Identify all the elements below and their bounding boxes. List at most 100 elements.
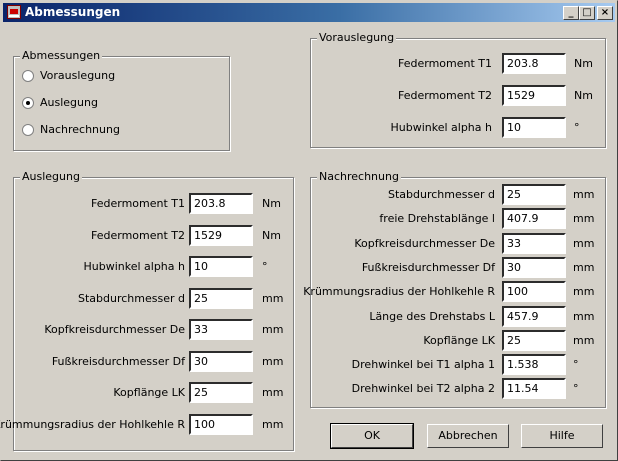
- radio-label[interactable]: Vorauslegung: [40, 69, 115, 82]
- value-input[interactable]: 11.54: [502, 378, 566, 400]
- input-federmoment-t2[interactable]: 1529: [502, 85, 566, 106]
- unit-label: mm: [573, 333, 595, 347]
- value-input[interactable]: 407.9: [502, 208, 566, 230]
- window-title: Abmessungen: [25, 5, 121, 19]
- mode-group-legend: Abmessungen: [20, 49, 103, 62]
- auslegung-legend: Auslegung: [20, 170, 82, 183]
- unit-label: mm: [573, 285, 595, 299]
- unit-label: °: [262, 260, 268, 273]
- ok-button[interactable]: OK: [330, 423, 414, 449]
- value-input[interactable]: 25: [189, 382, 253, 403]
- field-label: Stabdurchmesser d: [78, 291, 185, 305]
- form-row: Drehwinkel bei T2 alpha 2 11.54 °: [311, 378, 605, 400]
- unit-label: Nm: [262, 228, 281, 242]
- unit-label: mm: [573, 260, 595, 274]
- value-input[interactable]: 1529: [189, 224, 253, 246]
- nachrechnung-legend: Nachrechnung: [317, 170, 401, 183]
- maximize-button[interactable]: □: [579, 6, 595, 20]
- dialog-window: Abmessungen _ □ × Abmessungen Vorauslegu…: [0, 0, 618, 461]
- value-input[interactable]: 1.538: [502, 354, 566, 376]
- field-label: Krümmungsradius der Hohlkehle R: [303, 285, 495, 299]
- form-row: Krümmungsradius der Hohlkehle R 100 mm: [303, 281, 605, 303]
- field-label: Drehwinkel bei T1 alpha 1: [351, 358, 495, 372]
- value-input[interactable]: 10: [189, 256, 253, 277]
- value-input[interactable]: 33: [502, 232, 566, 254]
- form-row: Stabdurchmesser d 25 mm: [311, 184, 605, 205]
- unit-label: mm: [573, 188, 595, 201]
- field-label: Drehwinkel bei T2 alpha 2: [351, 382, 495, 396]
- form-row: Fußkreisdurchmesser Df 30 mm: [311, 256, 605, 278]
- form-row: Hubwinkel alpha h 10 °: [311, 117, 605, 138]
- radio-auslegung[interactable]: Auslegung: [22, 96, 98, 109]
- unit-label: mm: [573, 236, 595, 250]
- nachrechnung-group: Nachrechnung Stabdurchmesser d 25 mm freie …: [303, 170, 606, 408]
- value-input[interactable]: 30: [189, 350, 253, 372]
- value-input[interactable]: 25: [189, 287, 253, 309]
- vorauslegung-legend: Vorauslegung: [317, 31, 397, 44]
- field-label: Hubwinkel alpha h: [390, 121, 492, 134]
- minimize-button[interactable]: _: [563, 6, 579, 20]
- form-row: Krümmungsradius der Hohlkehle R 100 mm: [0, 413, 293, 435]
- unit-label: Nm: [574, 89, 593, 102]
- field-label: Fußkreisdurchmesser Df: [361, 260, 495, 274]
- radio-button-icon[interactable]: [22, 123, 34, 136]
- help-button[interactable]: Hilfe: [521, 424, 603, 448]
- field-label: Kopfkreisdurchmesser De: [354, 236, 495, 250]
- field-label: Hubwinkel alpha h: [83, 260, 185, 273]
- form-row: Federmoment T2 1529 Nm: [311, 85, 605, 106]
- mode-group: Abmessungen Vorauslegung Auslegung Nachr…: [13, 49, 230, 151]
- radio-nachrechnung[interactable]: Nachrechnung: [22, 123, 120, 136]
- close-button[interactable]: ×: [597, 6, 613, 20]
- unit-label: mm: [262, 354, 284, 368]
- unit-label: mm: [262, 291, 284, 305]
- radio-vorauslegung[interactable]: Vorauslegung: [22, 69, 115, 82]
- unit-label: mm: [573, 309, 595, 323]
- radio-label[interactable]: Nachrechnung: [40, 123, 120, 136]
- field-label: Federmoment T2: [91, 228, 185, 242]
- unit-label: °: [573, 358, 579, 372]
- form-row: Kopfkreisdurchmesser De 33 mm: [14, 319, 293, 340]
- value-input[interactable]: 25: [502, 329, 566, 351]
- auslegung-group: Auslegung Federmoment T1 203.8 Nm Federmome…: [0, 170, 294, 451]
- value-input[interactable]: 203.8: [189, 193, 253, 214]
- value-input[interactable]: 100: [502, 281, 566, 303]
- radio-button-selected-icon[interactable]: [22, 96, 34, 109]
- form-row: Kopfkreisdurchmesser De 33 mm: [311, 232, 605, 254]
- cancel-button[interactable]: Abbrechen: [427, 424, 509, 448]
- value-input[interactable]: 100: [189, 413, 253, 435]
- field-label: Federmoment T1: [398, 57, 492, 70]
- value-input[interactable]: 30: [502, 256, 566, 278]
- unit-label: mm: [262, 323, 284, 336]
- field-label: Krümmungsradius der Hohlkehle R: [0, 417, 185, 431]
- input-hubwinkel[interactable]: 10: [502, 117, 566, 138]
- field-label: freie Drehstablänge l: [379, 212, 495, 226]
- field-label: Stabdurchmesser d: [388, 188, 495, 201]
- form-row: freie Drehstablänge l 407.9 mm: [311, 208, 605, 230]
- value-input[interactable]: 457.9: [502, 305, 566, 327]
- field-label: Länge des Drehstabs L: [369, 309, 495, 323]
- radio-button-icon[interactable]: [22, 69, 34, 82]
- vorauslegung-group: Vorauslegung Federmoment T1 203.8 Nm Fed…: [310, 31, 606, 148]
- form-row: Hubwinkel alpha h 10 °: [14, 256, 293, 277]
- unit-label: °: [573, 382, 579, 396]
- form-row: Stabdurchmesser d 25 mm: [14, 287, 293, 309]
- form-row: Fußkreisdurchmesser Df 30 mm: [14, 350, 293, 372]
- title-bar[interactable]: Abmessungen _ □ ×: [3, 3, 615, 22]
- form-row: Federmoment T1 203.8 Nm: [311, 53, 605, 74]
- input-federmoment-t1[interactable]: 203.8: [502, 53, 566, 74]
- radio-label[interactable]: Auslegung: [40, 96, 98, 109]
- field-label: Kopflänge LK: [423, 333, 495, 347]
- field-label: Federmoment T1: [91, 197, 185, 210]
- unit-label: mm: [262, 417, 284, 431]
- unit-label: mm: [573, 212, 595, 226]
- form-row: Drehwinkel bei T1 alpha 1 1.538 °: [311, 354, 605, 376]
- form-row: Kopflänge LK 25 mm: [14, 382, 293, 403]
- value-input[interactable]: 33: [189, 319, 253, 340]
- field-label: Federmoment T2: [398, 89, 492, 102]
- value-input[interactable]: 25: [502, 184, 566, 205]
- field-label: Fußkreisdurchmesser Df: [51, 354, 185, 368]
- unit-label: °: [574, 121, 580, 134]
- field-label: Kopfkreisdurchmesser De: [44, 323, 185, 336]
- form-row: Federmoment T1 203.8 Nm: [14, 193, 293, 214]
- form-row: Federmoment T2 1529 Nm: [14, 224, 293, 246]
